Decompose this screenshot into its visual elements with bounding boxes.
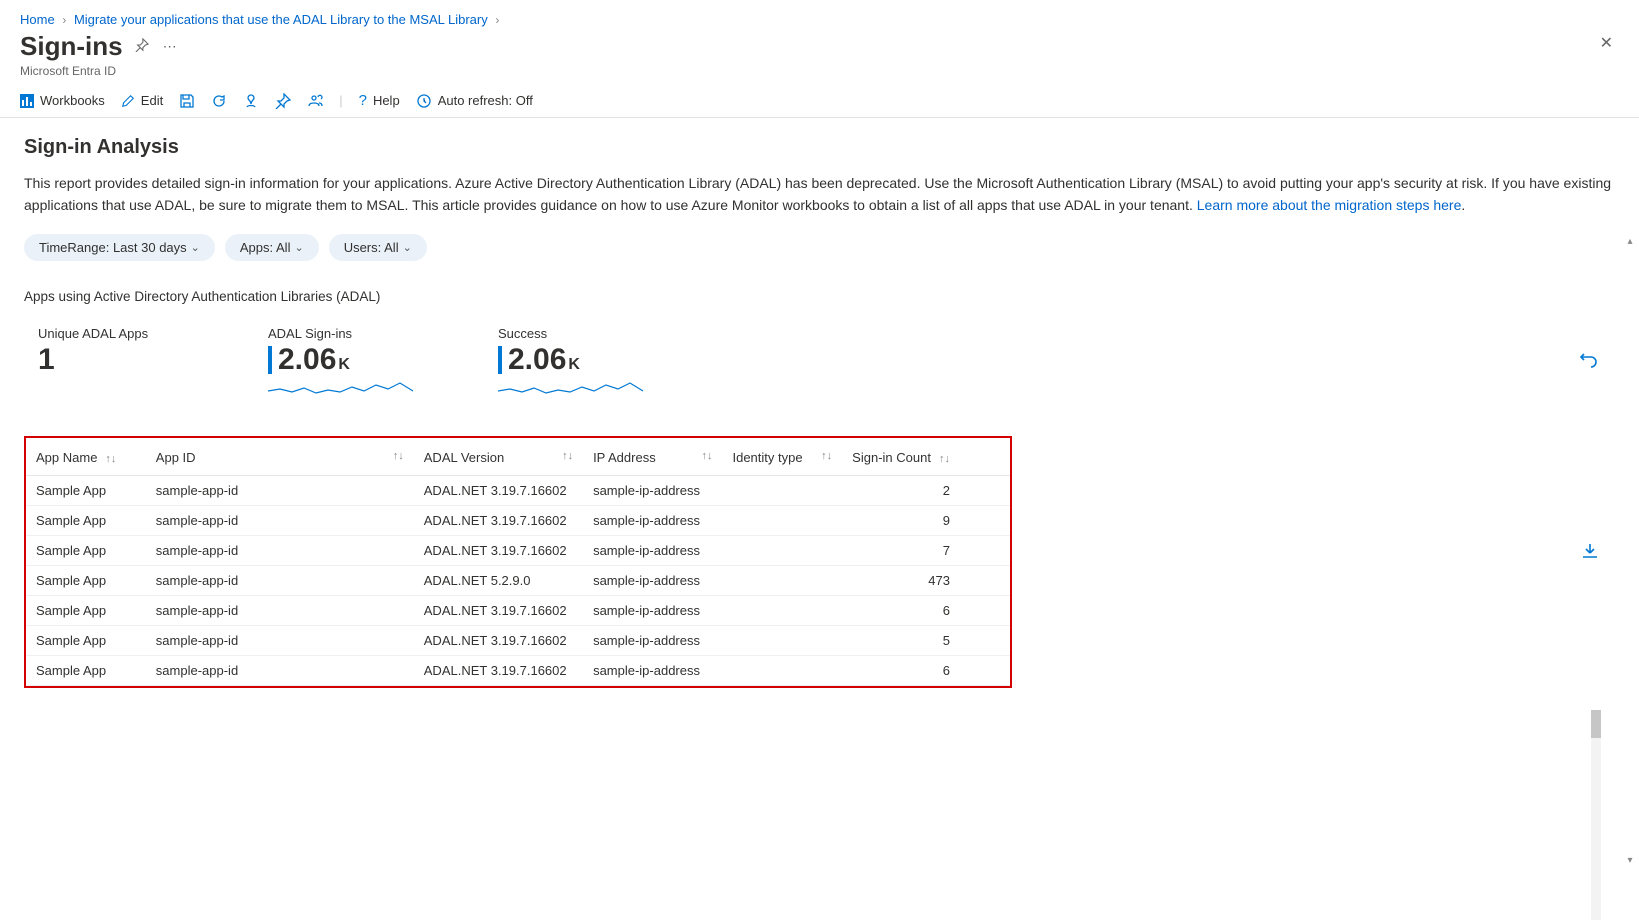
scroll-up-icon[interactable]: ▴ bbox=[1623, 236, 1637, 250]
clock-icon bbox=[416, 93, 432, 109]
share-button[interactable] bbox=[243, 93, 259, 109]
pin-icon bbox=[275, 93, 291, 109]
save-button[interactable] bbox=[179, 93, 195, 109]
analysis-description: This report provides detailed sign-in in… bbox=[24, 173, 1615, 216]
breadcrumb-migrate[interactable]: Migrate your applications that use the A… bbox=[74, 12, 488, 27]
help-label: Help bbox=[373, 93, 400, 108]
share-icon bbox=[243, 93, 259, 109]
workbook-icon bbox=[20, 94, 34, 108]
workbooks-label: Workbooks bbox=[40, 93, 105, 108]
col-identity-type[interactable]: Identity type↑↓ bbox=[722, 440, 842, 476]
refresh-icon bbox=[211, 93, 227, 109]
chevron-right-icon: › bbox=[495, 13, 499, 27]
close-icon[interactable]: ✕ bbox=[1600, 33, 1613, 53]
refresh-button[interactable] bbox=[211, 93, 227, 109]
sort-icon: ↑↓ bbox=[701, 450, 712, 462]
save-icon bbox=[179, 93, 195, 109]
more-icon[interactable]: ⋯ bbox=[161, 36, 179, 57]
breadcrumb-home[interactable]: Home bbox=[20, 12, 55, 27]
filter-time-range[interactable]: TimeRange: Last 30 days⌄ bbox=[24, 234, 215, 261]
table-scrollbar-thumb[interactable] bbox=[1591, 710, 1601, 738]
analysis-heading: Sign-in Analysis bbox=[24, 136, 1615, 159]
section-label: Apps using Active Directory Authenticati… bbox=[24, 289, 1615, 304]
sort-icon: ↑↓ bbox=[939, 453, 950, 465]
table-row[interactable]: Sample Appsample-app-idADAL.NET 3.19.7.1… bbox=[26, 476, 1010, 506]
breadcrumb: Home › Migrate your applications that us… bbox=[0, 0, 1639, 31]
question-icon: ? bbox=[359, 92, 367, 109]
sort-icon: ↑↓ bbox=[393, 450, 404, 462]
metric-unique-apps: Unique ADAL Apps 1 bbox=[38, 326, 188, 375]
help-button[interactable]: ? Help bbox=[359, 92, 400, 109]
col-ip-address[interactable]: IP Address↑↓ bbox=[583, 440, 722, 476]
filter-users[interactable]: Users: All⌄ bbox=[329, 234, 427, 261]
table-row[interactable]: Sample Appsample-app-idADAL.NET 3.19.7.1… bbox=[26, 536, 1010, 566]
col-app-id[interactable]: App ID↑↓ bbox=[146, 440, 414, 476]
pencil-icon bbox=[121, 94, 135, 108]
col-signin-count[interactable]: Sign-in Count↑↓ bbox=[842, 440, 1010, 476]
sort-icon: ↑↓ bbox=[105, 453, 116, 465]
pin-icon[interactable] bbox=[133, 36, 151, 57]
table-row[interactable]: Sample Appsample-app-idADAL.NET 3.19.7.1… bbox=[26, 506, 1010, 536]
toolbar: Workbooks Edit bbox=[0, 84, 1639, 118]
page-title: Sign-ins bbox=[20, 31, 123, 62]
chevron-down-icon: ⌄ bbox=[294, 241, 303, 254]
metric-adal-signins: ADAL Sign-ins 2.06 K bbox=[268, 326, 418, 400]
sort-icon: ↑↓ bbox=[562, 450, 573, 462]
sparkline-icon bbox=[498, 379, 648, 400]
edit-label: Edit bbox=[141, 93, 163, 108]
filter-apps[interactable]: Apps: All⌄ bbox=[225, 234, 319, 261]
chevron-down-icon: ⌄ bbox=[191, 241, 200, 254]
page-subtitle: Microsoft Entra ID bbox=[20, 64, 1619, 78]
learn-more-link[interactable]: Learn more about the migration steps her… bbox=[1197, 197, 1462, 213]
col-app-name[interactable]: App Name↑↓ bbox=[26, 440, 146, 476]
table-row[interactable]: Sample Appsample-app-idADAL.NET 3.19.7.1… bbox=[26, 626, 1010, 656]
chevron-down-icon: ⌄ bbox=[403, 241, 412, 254]
table-row[interactable]: Sample Appsample-app-idADAL.NET 3.19.7.1… bbox=[26, 656, 1010, 686]
edit-button[interactable]: Edit bbox=[121, 93, 163, 108]
download-icon[interactable] bbox=[1581, 542, 1599, 565]
undo-icon[interactable] bbox=[1579, 348, 1599, 373]
auto-refresh-label: Auto refresh: Off bbox=[438, 93, 533, 108]
metric-success: Success 2.06 K bbox=[498, 326, 648, 400]
sort-icon: ↑↓ bbox=[821, 450, 832, 462]
table-row[interactable]: Sample Appsample-app-idADAL.NET 3.19.7.1… bbox=[26, 596, 1010, 626]
sparkline-icon bbox=[268, 379, 418, 400]
auto-refresh-button[interactable]: Auto refresh: Off bbox=[416, 93, 533, 109]
adal-apps-table: App Name↑↓ App ID↑↓ ADAL Version↑↓ IP Ad… bbox=[24, 436, 1012, 688]
scroll-down-icon[interactable]: ▾ bbox=[1623, 855, 1637, 869]
col-adal-version[interactable]: ADAL Version↑↓ bbox=[414, 440, 583, 476]
people-button[interactable] bbox=[307, 93, 323, 109]
people-icon bbox=[307, 93, 323, 109]
table-row[interactable]: Sample Appsample-app-idADAL.NET 5.2.9.0s… bbox=[26, 566, 1010, 596]
chevron-right-icon: › bbox=[62, 13, 66, 27]
pin-toolbar-button[interactable] bbox=[275, 93, 291, 109]
workbooks-button[interactable]: Workbooks bbox=[20, 93, 105, 108]
table-scrollbar-track bbox=[1591, 710, 1601, 920]
scrollbar[interactable]: ▴ ▾ bbox=[1623, 236, 1637, 869]
